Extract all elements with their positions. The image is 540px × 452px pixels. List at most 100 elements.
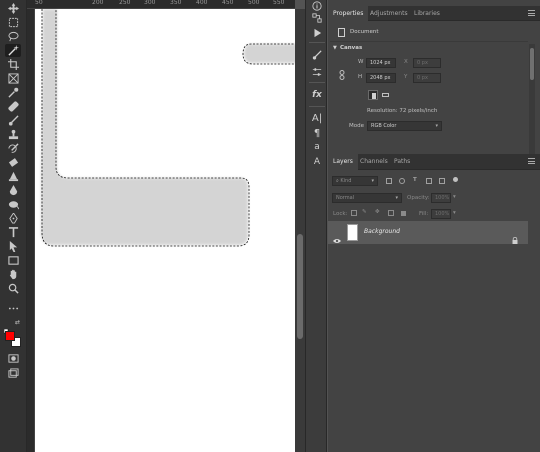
chevron-down-icon[interactable]: ▾ <box>453 194 456 200</box>
ruler-label: 50 <box>35 0 43 6</box>
pen-tool-icon[interactable] <box>5 212 21 225</box>
width-field[interactable]: 1024 px <box>366 58 396 68</box>
default-colors-icon[interactable] <box>3 320 10 335</box>
paragraph-icon[interactable]: ¶ <box>311 127 323 139</box>
blend-mode-select[interactable]: Normal ▾ <box>332 193 402 203</box>
lock-artboard-icon[interactable] <box>388 210 394 216</box>
fill-field[interactable]: 100% <box>431 209 451 219</box>
history-icon[interactable] <box>311 12 323 24</box>
rectangle-tool-icon[interactable] <box>5 254 21 267</box>
fx-icon[interactable]: fx <box>311 89 323 101</box>
photoshop-window: ⇄ 50 200 250 300 350 400 450 500 550 fx … <box>0 0 540 452</box>
landscape-orientation-button[interactable] <box>381 90 391 100</box>
resolution-text: Resolution: 72 pixels/inch <box>367 108 438 114</box>
panel-menu-icon[interactable] <box>528 158 535 164</box>
document-canvas[interactable] <box>35 9 295 452</box>
path-select-tool-icon[interactable] <box>5 240 21 253</box>
tab-adjustments[interactable]: Adjustments <box>365 6 413 21</box>
properties-divider <box>330 41 528 42</box>
ruler-label: 450 <box>222 0 234 6</box>
swap-colors-icon[interactable]: ⇄ <box>15 320 21 326</box>
glyphs-icon[interactable]: a <box>311 141 323 153</box>
chevron-down-icon[interactable]: ▾ <box>453 210 456 216</box>
tab-layers[interactable]: Layers <box>328 154 358 170</box>
dodge-tool-icon[interactable] <box>5 198 21 211</box>
crop-tool-icon[interactable] <box>5 58 21 71</box>
play-icon[interactable] <box>311 27 323 39</box>
link-icon[interactable] <box>339 65 345 80</box>
screen-mode-icon[interactable] <box>5 367 21 380</box>
ruler-label: 350 <box>170 0 182 6</box>
gradient-tool-icon[interactable] <box>5 170 21 183</box>
history-brush-tool-icon[interactable] <box>5 142 21 155</box>
chevron-down-icon[interactable]: ▼ <box>333 45 337 51</box>
styles-icon[interactable]: A <box>311 156 323 168</box>
y-label: Y <box>404 74 408 80</box>
height-field[interactable]: 2048 px <box>366 73 396 83</box>
width-label: W <box>358 59 364 65</box>
scrollbar-thumb[interactable] <box>530 48 534 80</box>
lasso-tool-icon[interactable] <box>5 30 21 43</box>
filter-pixel-icon[interactable] <box>386 178 392 184</box>
filter-toggle-icon[interactable] <box>453 177 458 182</box>
ruler-label: 250 <box>119 0 131 6</box>
y-field[interactable]: 0 px <box>413 73 441 83</box>
layer-row-background[interactable]: Background <box>328 221 528 244</box>
canvas-vertical-scrollbar[interactable] <box>295 9 305 452</box>
eyedropper-tool-icon[interactable] <box>5 86 21 99</box>
chevron-down-icon: ▾ <box>371 178 374 184</box>
foreground-color-swatch[interactable] <box>5 331 15 341</box>
lock-icon <box>512 229 518 244</box>
zoom-tool-icon[interactable] <box>5 282 21 295</box>
scrollbar-thumb[interactable] <box>297 234 303 339</box>
move-tool-icon[interactable] <box>5 2 21 15</box>
eraser-tool-icon[interactable] <box>5 156 21 169</box>
lock-transparent-icon[interactable] <box>351 210 357 216</box>
layer-filter-select[interactable]: ⌕ Kind ▾ <box>332 176 378 186</box>
vertical-ruler <box>27 9 35 452</box>
hand-tool-icon[interactable] <box>5 268 21 281</box>
tab-channels[interactable]: Channels <box>355 154 393 170</box>
x-field[interactable]: 0 px <box>413 58 441 68</box>
brush-tool-icon[interactable] <box>5 114 21 127</box>
tab-paths[interactable]: Paths <box>389 154 415 170</box>
panel-menu-icon[interactable] <box>528 10 535 16</box>
layer-name[interactable]: Background <box>364 228 400 235</box>
landscape-icon <box>382 92 389 97</box>
blur-tool-icon[interactable] <box>5 184 21 197</box>
ruler-label: 200 <box>92 0 104 6</box>
filter-adjustment-icon[interactable] <box>399 178 405 184</box>
quick-mask-icon[interactable] <box>5 352 21 365</box>
lock-position-icon[interactable]: ✥ <box>375 209 380 215</box>
brush-settings-icon[interactable] <box>311 49 323 61</box>
filter-smart-object-icon[interactable] <box>439 178 445 184</box>
chevron-down-icon: ▾ <box>435 123 438 129</box>
properties-scrollbar[interactable] <box>529 44 535 154</box>
opacity-label: Opacity: <box>407 195 430 201</box>
layer-thumbnail <box>347 224 358 241</box>
info-icon[interactable] <box>311 0 323 12</box>
tab-properties[interactable]: Properties <box>328 6 369 21</box>
filter-type-icon[interactable]: T <box>413 177 417 183</box>
mode-select[interactable]: RGB Color ▾ <box>367 121 442 131</box>
stamp-tool-icon[interactable] <box>5 128 21 141</box>
marquee-tool-icon[interactable] <box>5 16 21 29</box>
divider <box>309 42 325 43</box>
type-tool-icon[interactable] <box>5 226 21 239</box>
adjust-icon[interactable] <box>311 66 323 78</box>
visibility-eye-icon[interactable] <box>333 229 341 243</box>
frame-tool-icon[interactable] <box>5 72 21 85</box>
healing-tool-icon[interactable] <box>5 100 21 113</box>
lock-brush-icon[interactable]: ✎ <box>362 209 367 215</box>
opacity-field[interactable]: 100% <box>431 193 451 203</box>
layers-tabbar: Layers Channels Paths <box>328 154 540 170</box>
character-icon[interactable]: A| <box>311 112 323 124</box>
portrait-orientation-button[interactable] <box>368 90 378 100</box>
tab-libraries[interactable]: Libraries <box>409 6 445 21</box>
more-tools-icon[interactable] <box>5 302 21 315</box>
collapsed-panels-strip: fx A| ¶ a A <box>305 0 327 452</box>
properties-tabbar: Properties Adjustments Libraries <box>328 6 540 21</box>
filter-shape-icon[interactable] <box>426 178 432 184</box>
lock-all-icon[interactable] <box>401 211 406 216</box>
magic-wand-tool-icon[interactable] <box>5 44 21 57</box>
